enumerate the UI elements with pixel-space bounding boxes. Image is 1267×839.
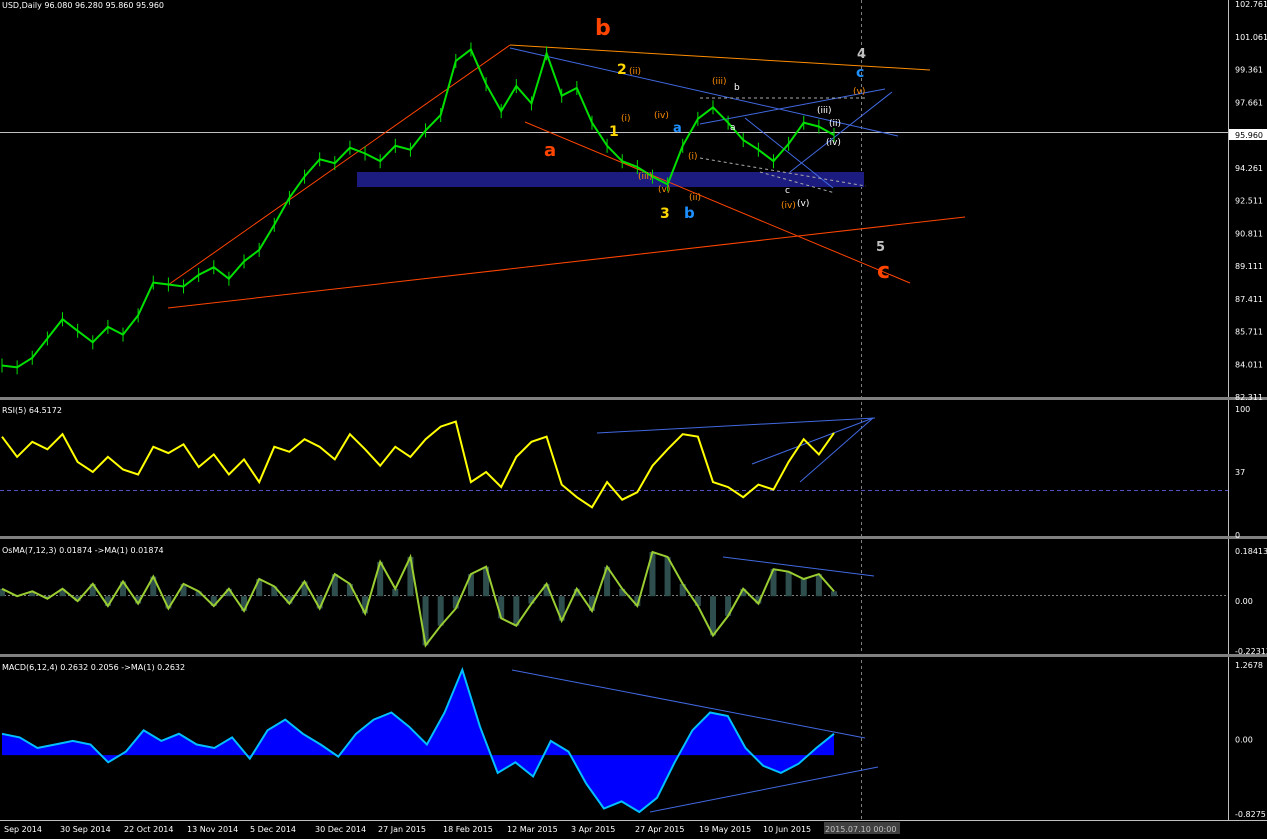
y-tick-label: 0.18413 (1235, 547, 1267, 556)
wave-label: 5 (876, 240, 885, 255)
wave-label: (ii) (829, 119, 841, 129)
y-tick-label: 95.960 (1235, 131, 1263, 140)
x-tick-label: 27 Jan 2015 (378, 825, 426, 834)
y-tick-label: 90.811 (1235, 229, 1263, 238)
wave-label: c (785, 186, 790, 196)
support-zone (357, 172, 864, 187)
osma-bar (664, 556, 671, 597)
x-tick-label: 27 Apr 2015 (635, 825, 684, 834)
x-tick-label: Sep 2014 (4, 825, 42, 834)
price-panel-header: USD,Daily 96.080 96.280 95.860 95.960 (2, 1, 164, 10)
x-tick-label: 30 Dec 2014 (315, 825, 366, 834)
y-tick-label: 89.111 (1235, 262, 1263, 271)
wave-label: (v) (853, 87, 865, 97)
y-tick-label: 0.00 (1235, 736, 1253, 745)
wave-label: 4 (857, 47, 866, 62)
y-tick-label: 94.261 (1235, 164, 1263, 173)
wave-label: (iv) (826, 138, 841, 148)
y-tick-label: 1.2678 (1235, 661, 1263, 670)
osma-panel-header: OsMA(7,12,3) 0.01874 ->MA(1) 0.01874 (2, 546, 164, 555)
x-tick-label: 3 Apr 2015 (571, 825, 615, 834)
x-tick-label: 13 Nov 2014 (187, 825, 238, 834)
y-tick-label: 87.411 (1235, 295, 1263, 304)
y-tick-label: -0.22312 (1235, 647, 1267, 656)
wave-label: b (684, 204, 695, 222)
wave-label: 2 (617, 62, 627, 78)
wave-label: 1 (609, 124, 619, 140)
chart-canvas: b213aba4c5c(i)(ii)(iii)(iv)(v)(i)(ii)(ii… (0, 0, 1267, 839)
y-tick-label: 100 (1235, 405, 1250, 414)
wave-label: (iii) (817, 106, 832, 116)
x-tick-label: 30 Sep 2014 (60, 825, 111, 834)
osma-bar (437, 596, 444, 626)
wave-label: a (673, 121, 682, 136)
osma-bar (785, 571, 792, 597)
wave-label: (v) (797, 199, 809, 209)
wave-label: b (734, 83, 740, 93)
y-tick-label: 92.511 (1235, 197, 1263, 206)
wave-label: (i) (621, 114, 631, 124)
y-tick-label: 102.761 (1235, 0, 1267, 9)
rsi-panel-header: RSI(5) 64.5172 (2, 406, 62, 415)
wave-label: 3 (660, 206, 670, 222)
y-tick-label: 99.361 (1235, 66, 1263, 75)
y-tick-label: 97.661 (1235, 98, 1263, 107)
wave-label: (v) (658, 185, 670, 195)
x-tick-label: 12 Mar 2015 (507, 825, 558, 834)
wave-label: a (544, 140, 556, 161)
x-tick-label: 22 Oct 2014 (124, 825, 173, 834)
y-tick-label: 85.711 (1235, 328, 1263, 337)
wave-label: (iii) (712, 77, 727, 87)
y-tick-label: 0.00 (1235, 597, 1253, 606)
y-tick-label: 37 (1235, 468, 1245, 477)
osma-bar (831, 591, 837, 597)
x-tick-label: 10 Jun 2015 (763, 825, 811, 834)
wave-label: (i) (688, 152, 698, 162)
x-tick-label: 19 May 2015 (699, 825, 751, 834)
y-tick-label: 84.011 (1235, 360, 1263, 369)
chart-background (0, 0, 1267, 839)
y-tick-label: 101.061 (1235, 33, 1267, 42)
wave-label: (ii) (629, 67, 641, 77)
wave-label: (ii) (689, 193, 701, 203)
wave-label: (iv) (654, 111, 669, 121)
x-tick-label: 5 Dec 2014 (250, 825, 296, 834)
wave-label: c (877, 259, 890, 284)
y-tick-label: 82.311 (1235, 393, 1263, 402)
wave-label: (iv) (781, 201, 796, 211)
wave-label: b (595, 16, 611, 41)
wave-label: a (730, 123, 736, 133)
y-tick-label: -0.8275 (1235, 810, 1266, 819)
wave-label: c (856, 65, 864, 81)
x-tick-label: 2015.07.10 00:00 (825, 825, 896, 834)
y-tick-label: 0 (1235, 531, 1240, 540)
wave-label: (iii) (638, 172, 653, 182)
osma-bar (800, 579, 807, 597)
macd-panel-header: MACD(6,12,4) 0.2632 0.2056 ->MA(1) 0.263… (2, 663, 185, 672)
x-tick-label: 18 Feb 2015 (443, 825, 493, 834)
